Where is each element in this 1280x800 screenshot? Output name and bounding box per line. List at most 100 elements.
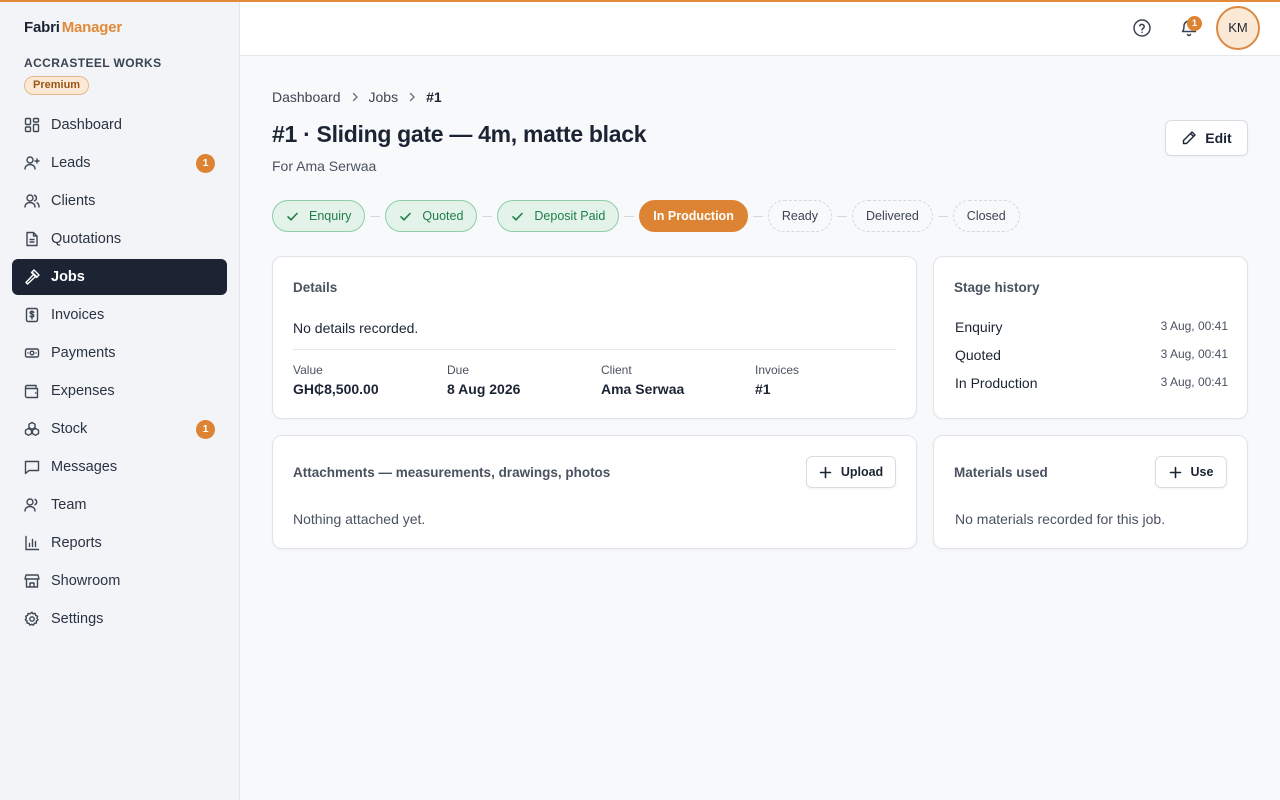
stock-count-badge: 1: [196, 420, 215, 439]
sidebar: Fabri Manager ACCRASTEEL WORKS Premium Da…: [0, 0, 240, 800]
team-icon: [23, 497, 40, 514]
edit-button[interactable]: Edit: [1165, 120, 1248, 156]
sidebar-item-label: Quotations: [51, 231, 122, 247]
sidebar-item-jobs[interactable]: Jobs: [12, 259, 227, 295]
field-due-date: 8 Aug 2026: [447, 381, 521, 397]
store-icon: [23, 573, 40, 590]
breadcrumb-jobs[interactable]: Jobs: [369, 89, 399, 105]
history-stage: Quoted: [955, 347, 1001, 363]
history-row: Quoted 3 Aug, 00:41: [955, 347, 1228, 363]
stage-quoted[interactable]: Quoted: [385, 200, 478, 232]
stage-enquiry[interactable]: Enquiry: [272, 200, 366, 232]
sidebar-nav: Dashboard Leads 1 Clients Quotations Job…: [12, 107, 227, 639]
stage-stepper: Enquiry Quoted Deposit Paid In Productio…: [272, 200, 1020, 232]
sidebar-item-stock[interactable]: Stock 1: [12, 411, 227, 447]
sidebar-item-expenses[interactable]: Expenses: [12, 373, 227, 409]
field-label: Invoices: [755, 363, 800, 377]
sidebar-item-label: Invoices: [51, 307, 105, 323]
sidebar-item-label: Payments: [51, 345, 116, 361]
sidebar-item-clients[interactable]: Clients: [12, 183, 227, 219]
stage-history-title: Stage history: [954, 280, 1040, 295]
message-icon: [23, 459, 40, 476]
history-time: 3 Aug, 00:41: [1160, 375, 1228, 389]
attachments-card: Attachments — measurements, drawings, ph…: [272, 435, 917, 549]
wallet-icon: [23, 383, 40, 400]
sidebar-item-payments[interactable]: Payments: [12, 335, 227, 371]
breadcrumb-current: #1: [426, 89, 442, 105]
breadcrumb: Dashboard Jobs #1: [272, 89, 442, 105]
edit-button-label: Edit: [1205, 130, 1232, 146]
breadcrumb-dashboard[interactable]: Dashboard: [272, 89, 341, 105]
sidebar-item-team[interactable]: Team: [12, 487, 227, 523]
field-invoice-link[interactable]: #1: [755, 381, 799, 397]
details-title: Details: [293, 280, 338, 295]
stage-closed[interactable]: Closed: [952, 200, 1020, 232]
sidebar-item-reports[interactable]: Reports: [12, 525, 227, 561]
stage-in-production[interactable]: In Production: [639, 200, 748, 232]
boxes-icon: [23, 421, 40, 438]
history-stage: Enquiry: [955, 319, 1003, 335]
sidebar-item-label: Dashboard: [51, 117, 122, 133]
brand-name-part2: Manager: [61, 19, 122, 36]
plus-icon: [1169, 466, 1181, 478]
attachments-empty-text: Nothing attached yet.: [293, 511, 426, 527]
stage-connector: [370, 215, 381, 217]
stage-label: Deposit Paid: [534, 209, 606, 223]
notification-count-badge: 1: [1187, 16, 1202, 31]
check-icon: [400, 212, 412, 221]
user-plus-icon: [23, 155, 40, 172]
use-material-button[interactable]: Use: [1155, 456, 1227, 488]
divider: [293, 349, 896, 350]
sidebar-item-settings[interactable]: Settings: [12, 601, 227, 637]
stage-label: Ready: [781, 209, 818, 223]
sidebar-item-label: Showroom: [51, 573, 121, 589]
sidebar-item-dashboard[interactable]: Dashboard: [12, 107, 227, 143]
history-row: Enquiry 3 Aug, 00:41: [955, 319, 1228, 335]
sidebar-item-label: Reports: [51, 535, 102, 551]
stage-history-card: Stage history Enquiry 3 Aug, 00:41 Quote…: [933, 256, 1248, 419]
field-invoices: Invoices #1: [755, 363, 799, 397]
invoice-dollar-icon: [23, 307, 40, 324]
field-label: Value: [293, 363, 323, 377]
help-icon[interactable]: [1132, 18, 1152, 38]
stage-deposit-paid[interactable]: Deposit Paid: [497, 200, 620, 232]
field-label: Client: [601, 363, 632, 377]
field-label: Due: [447, 363, 470, 377]
avatar[interactable]: KM: [1216, 6, 1260, 50]
sidebar-item-messages[interactable]: Messages: [12, 449, 227, 485]
stage-connector: [937, 215, 948, 217]
upload-button-label: Upload: [840, 465, 884, 479]
company-name: ACCRASTEEL WORKS: [24, 56, 162, 70]
bar-chart-icon: [23, 535, 40, 552]
history-stage: In Production: [955, 375, 1038, 391]
check-icon: [287, 212, 298, 221]
sidebar-item-label: Settings: [51, 611, 104, 627]
plus-icon: [819, 466, 832, 478]
brand-logo[interactable]: Fabri Manager: [24, 19, 122, 36]
stage-ready[interactable]: Ready: [767, 200, 832, 232]
sidebar-item-showroom[interactable]: Showroom: [12, 563, 227, 599]
materials-empty-text: No materials recorded for this job.: [955, 511, 1166, 527]
stage-label: In Production: [653, 209, 734, 223]
sidebar-item-quotations[interactable]: Quotations: [12, 221, 227, 257]
dashboard-icon: [23, 117, 40, 134]
sidebar-item-invoices[interactable]: Invoices: [12, 297, 227, 333]
sidebar-item-leads[interactable]: Leads 1: [12, 145, 227, 181]
stage-connector: [624, 215, 635, 217]
sidebar-item-label: Expenses: [51, 383, 115, 399]
upload-button[interactable]: Upload: [806, 456, 896, 488]
check-icon: [512, 212, 524, 221]
stage-connector: [836, 215, 847, 217]
use-button-label: Use: [1190, 465, 1214, 479]
pencil-icon: [1183, 131, 1196, 145]
sidebar-item-label: Clients: [51, 193, 96, 209]
stage-label: Closed: [966, 209, 1006, 223]
sidebar-item-label: Team: [51, 497, 87, 513]
top-accent-line: [0, 0, 1280, 2]
brand-name-part1: Fabri: [24, 19, 60, 36]
stage-label: Enquiry: [309, 209, 352, 223]
chevron-right-icon: [349, 91, 361, 103]
banknote-icon: [23, 345, 40, 362]
document-icon: [23, 231, 40, 248]
stage-delivered[interactable]: Delivered: [851, 200, 933, 232]
